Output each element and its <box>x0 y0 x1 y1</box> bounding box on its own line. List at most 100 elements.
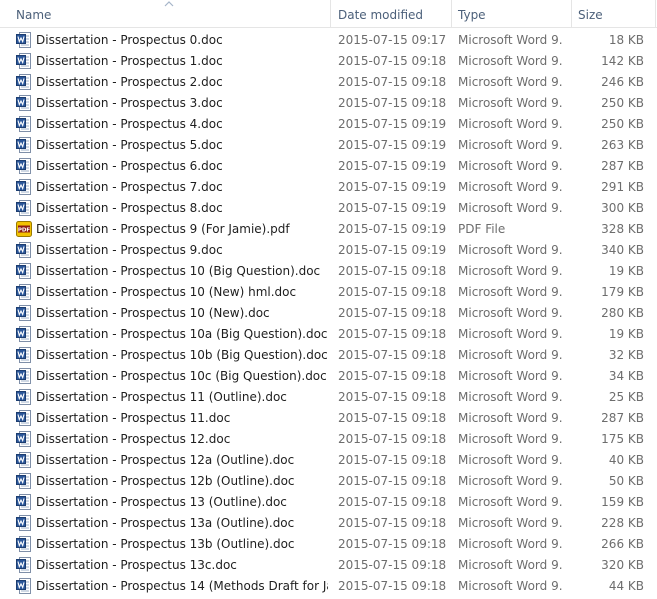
column-header-name[interactable]: Name <box>16 0 51 28</box>
word-doc-icon <box>16 95 31 111</box>
file-name: Dissertation - Prospectus 4.doc <box>36 117 223 131</box>
file-date-modified: 2015-07-15 09:19 <box>338 138 447 152</box>
file-type: Microsoft Word 9... <box>458 201 562 215</box>
file-type: Microsoft Word 9... <box>458 537 562 551</box>
file-name: Dissertation - Prospectus 9 (For Jamie).… <box>36 222 290 236</box>
file-size: 266 KB <box>601 537 644 551</box>
file-row[interactable]: Dissertation - Prospectus 2.doc 2015-07-1… <box>0 72 657 93</box>
word-doc-icon <box>16 284 31 300</box>
word-doc-icon <box>16 158 31 174</box>
file-date-modified: 2015-07-15 09:19 <box>338 201 447 215</box>
column-divider[interactable] <box>330 0 331 28</box>
word-doc-icon <box>16 200 31 216</box>
column-divider[interactable] <box>655 0 656 28</box>
file-type: Microsoft Word 9... <box>458 369 562 383</box>
column-header-date-modified[interactable]: Date modified <box>338 0 423 28</box>
word-doc-icon <box>16 242 31 258</box>
file-date-modified: 2015-07-15 09:18 <box>338 432 447 446</box>
word-doc-icon <box>16 347 31 363</box>
file-row[interactable]: Dissertation - Prospectus 10 (Big Questi… <box>0 261 657 282</box>
word-doc-icon <box>16 53 31 69</box>
file-row[interactable]: Dissertation - Prospectus 14 (Methods Dr… <box>0 576 657 597</box>
word-doc-icon <box>16 473 31 489</box>
sort-ascending-icon <box>164 1 174 7</box>
file-type: PDF File <box>458 222 506 236</box>
file-size: 300 KB <box>601 201 644 215</box>
file-name: Dissertation - Prospectus 13 (Outline).d… <box>36 495 287 509</box>
file-row[interactable]: Dissertation - Prospectus 0.doc 2015-07-1… <box>0 30 657 51</box>
file-row[interactable]: Dissertation - Prospectus 10b (Big Quest… <box>0 345 657 366</box>
word-doc-icon <box>16 179 31 195</box>
file-row[interactable]: Dissertation - Prospectus 9.doc 2015-07-1… <box>0 240 657 261</box>
file-size: 32 KB <box>608 348 644 362</box>
file-date-modified: 2015-07-15 09:18 <box>338 579 447 593</box>
file-type: Microsoft Word 9... <box>458 453 562 467</box>
file-size: 263 KB <box>601 138 644 152</box>
file-type: Microsoft Word 9... <box>458 390 562 404</box>
file-type: Microsoft Word 9... <box>458 516 562 530</box>
file-name: Dissertation - Prospectus 12b (Outline).… <box>36 474 295 488</box>
word-doc-icon <box>16 515 31 531</box>
file-type: Microsoft Word 9... <box>458 117 562 131</box>
file-type: Microsoft Word 9... <box>458 432 562 446</box>
file-row[interactable]: Dissertation - Prospectus 10 (New) hml.d… <box>0 282 657 303</box>
file-type: Microsoft Word 9... <box>458 495 562 509</box>
file-size: 142 KB <box>601 54 644 68</box>
file-row[interactable]: Dissertation - Prospectus 8.doc 2015-07-1… <box>0 198 657 219</box>
file-type: Microsoft Word 9... <box>458 180 562 194</box>
column-header-type[interactable]: Type <box>458 0 486 28</box>
file-date-modified: 2015-07-15 09:18 <box>338 369 447 383</box>
file-name: Dissertation - Prospectus 10a (Big Quest… <box>36 327 328 341</box>
word-doc-icon <box>16 326 31 342</box>
column-header-size[interactable]: Size <box>578 0 603 28</box>
file-row[interactable]: Dissertation - Prospectus 13c.doc 2015-07… <box>0 555 657 576</box>
file-row[interactable]: Dissertation - Prospectus 13a (Outline).… <box>0 513 657 534</box>
file-row[interactable]: Dissertation - Prospectus 4.doc 2015-07-1… <box>0 114 657 135</box>
file-name: Dissertation - Prospectus 6.doc <box>36 159 223 173</box>
file-name: Dissertation - Prospectus 5.doc <box>36 138 223 152</box>
file-name: Dissertation - Prospectus 10 (New) hml.d… <box>36 285 297 299</box>
file-date-modified: 2015-07-15 09:18 <box>338 348 447 362</box>
file-row[interactable]: Dissertation - Prospectus 10c (Big Quest… <box>0 366 657 387</box>
pdf-icon: PDF <box>16 221 32 237</box>
file-name: Dissertation - Prospectus 13b (Outline).… <box>36 537 295 551</box>
file-date-modified: 2015-07-15 09:19 <box>338 222 447 236</box>
file-date-modified: 2015-07-15 09:18 <box>338 453 447 467</box>
file-size: 18 KB <box>608 33 644 47</box>
word-doc-icon <box>16 494 31 510</box>
word-doc-icon <box>16 116 31 132</box>
file-name: Dissertation - Prospectus 14 (Methods Dr… <box>36 579 328 593</box>
file-date-modified: 2015-07-15 09:17 <box>338 33 447 47</box>
file-size: 250 KB <box>601 117 644 131</box>
file-type: Microsoft Word 9... <box>458 159 562 173</box>
file-date-modified: 2015-07-15 09:19 <box>338 117 447 131</box>
file-row[interactable]: Dissertation - Prospectus 12.doc 2015-07-… <box>0 429 657 450</box>
file-name: Dissertation - Prospectus 3.doc <box>36 96 223 110</box>
file-list: Dissertation - Prospectus 0.doc 2015-07-1… <box>0 30 657 597</box>
file-row[interactable]: Dissertation - Prospectus 5.doc 2015-07-1… <box>0 135 657 156</box>
file-date-modified: 2015-07-15 09:18 <box>338 327 447 341</box>
file-row[interactable]: PDF Dissertation - Prospectus 9 (For Jami… <box>0 219 657 240</box>
file-date-modified: 2015-07-15 09:19 <box>338 180 447 194</box>
column-divider[interactable] <box>571 0 572 28</box>
file-name: Dissertation - Prospectus 1.doc <box>36 54 223 68</box>
file-row[interactable]: Dissertation - Prospectus 3.doc 2015-07-1… <box>0 93 657 114</box>
file-row[interactable]: Dissertation - Prospectus 13b (Outline).… <box>0 534 657 555</box>
column-divider[interactable] <box>451 0 452 28</box>
file-row[interactable]: Dissertation - Prospectus 1.doc 2015-07-1… <box>0 51 657 72</box>
file-row[interactable]: Dissertation - Prospectus 12b (Outline).… <box>0 471 657 492</box>
file-row[interactable]: Dissertation - Prospectus 10a (Big Quest… <box>0 324 657 345</box>
file-date-modified: 2015-07-15 09:18 <box>338 390 447 404</box>
file-row[interactable]: Dissertation - Prospectus 10 (New).doc 20… <box>0 303 657 324</box>
word-doc-icon <box>16 137 31 153</box>
file-date-modified: 2015-07-15 09:18 <box>338 474 447 488</box>
file-row[interactable]: Dissertation - Prospectus 7.doc 2015-07-1… <box>0 177 657 198</box>
file-row[interactable]: Dissertation - Prospectus 13 (Outline).d… <box>0 492 657 513</box>
file-row[interactable]: Dissertation - Prospectus 11.doc 2015-07-… <box>0 408 657 429</box>
file-name: Dissertation - Prospectus 0.doc <box>36 33 223 47</box>
file-row[interactable]: Dissertation - Prospectus 6.doc 2015-07-1… <box>0 156 657 177</box>
file-row[interactable]: Dissertation - Prospectus 12a (Outline).… <box>0 450 657 471</box>
file-row[interactable]: Dissertation - Prospectus 11 (Outline).d… <box>0 387 657 408</box>
file-name: Dissertation - Prospectus 10b (Big Quest… <box>36 348 328 362</box>
file-size: 320 KB <box>601 558 644 572</box>
